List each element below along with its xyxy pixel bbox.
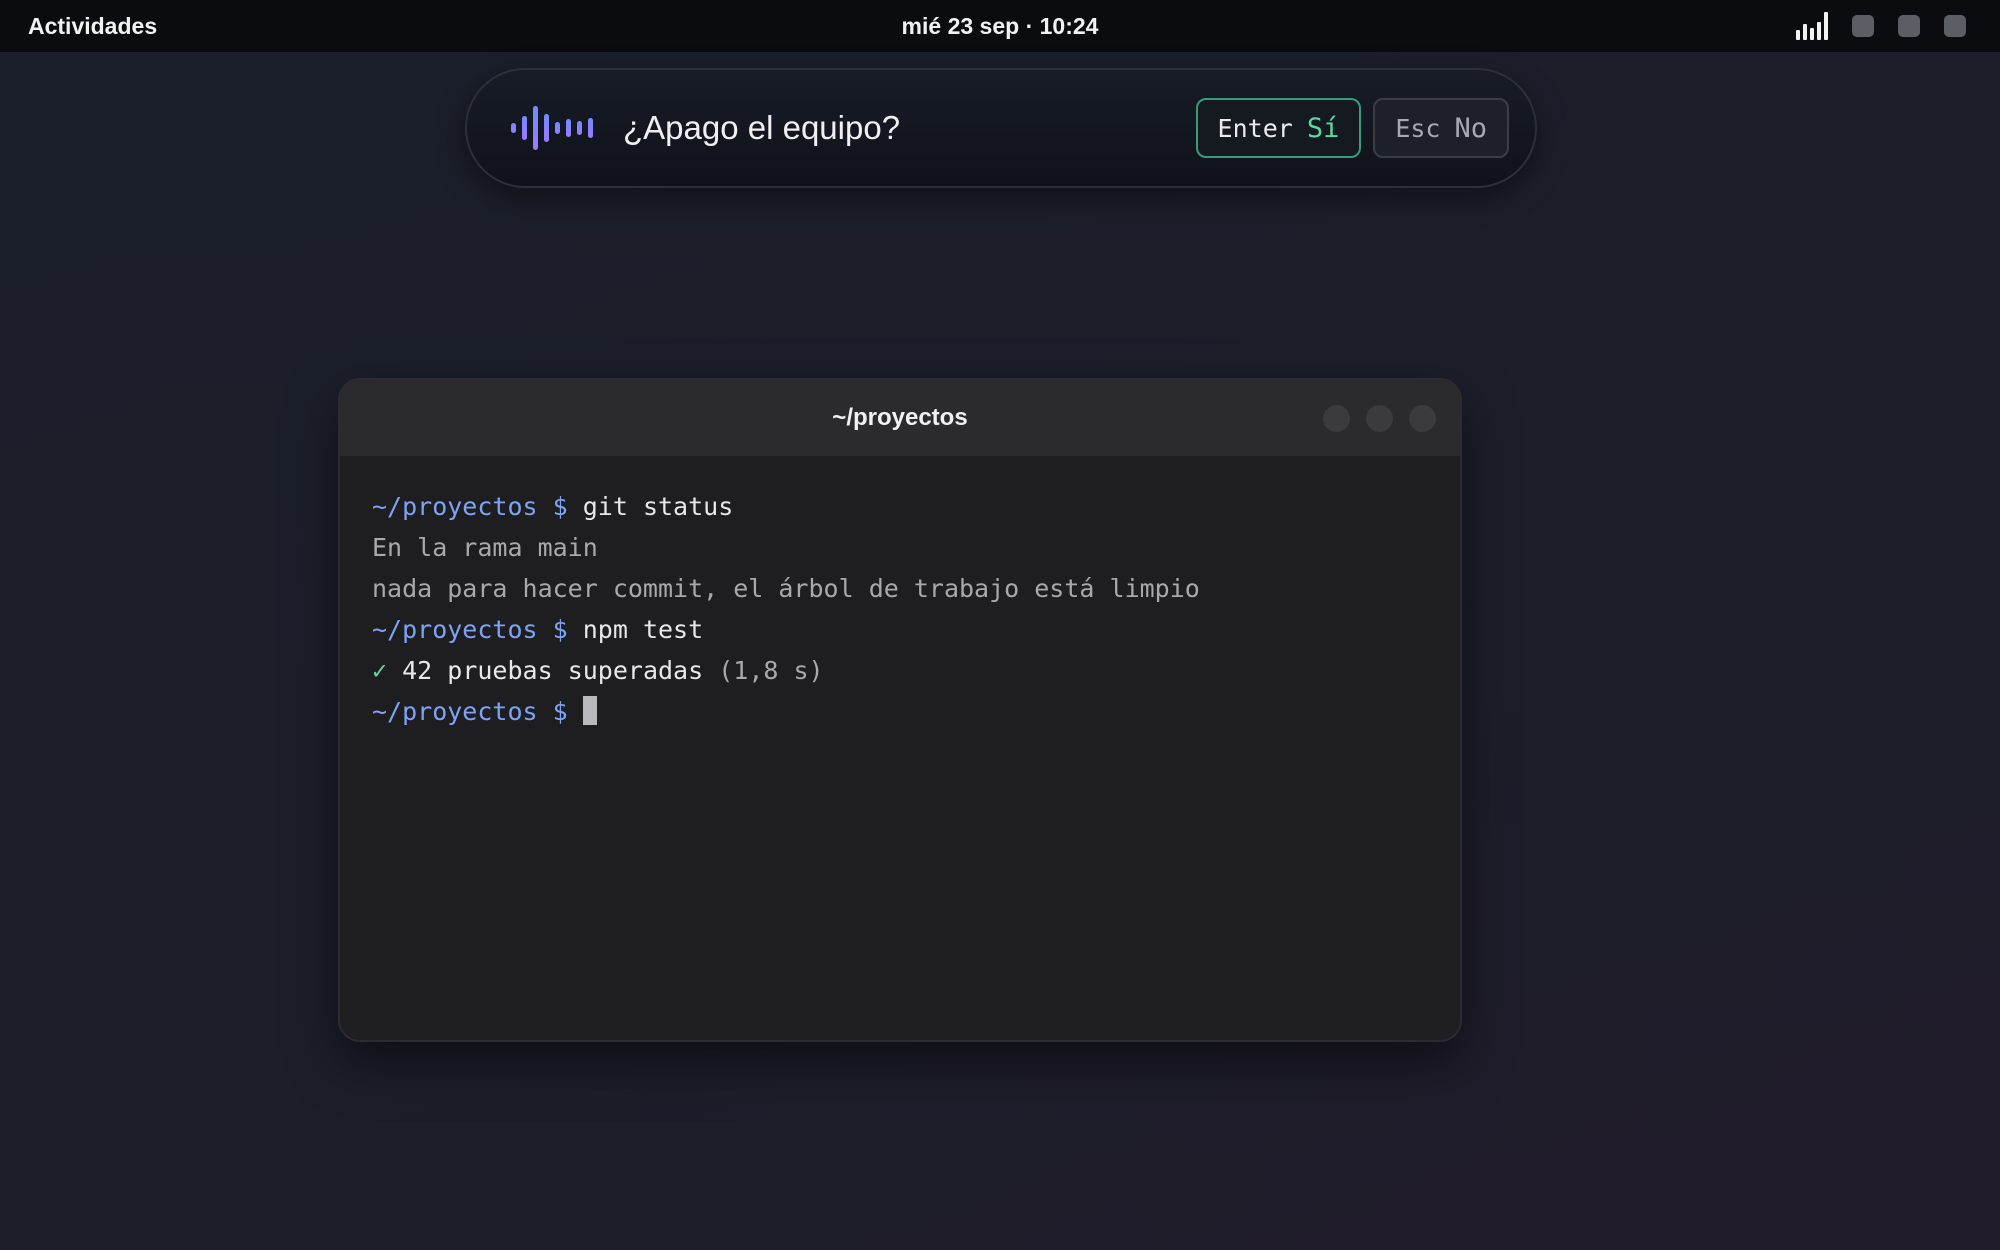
command-text: npm test [582, 615, 704, 644]
cancel-label: No [1454, 112, 1487, 144]
command-text: git status [582, 492, 734, 521]
prompt-question: ¿Apago el equipo? [623, 109, 901, 146]
terminal-line: ~/proyectos $ git status [372, 486, 1428, 527]
tray-square-icon[interactable] [1944, 15, 1966, 37]
confirm-key: Enter [1217, 113, 1293, 143]
minimize-button[interactable] [1323, 404, 1350, 432]
cancel-button[interactable]: Esc No [1373, 98, 1509, 158]
shell-prompt: ~/proyectos $ [372, 697, 568, 726]
signal-icon[interactable] [1796, 12, 1828, 40]
terminal-window: ~/proyectos ~/proyectos $ git status En … [338, 378, 1462, 1042]
waveform-icon [511, 103, 593, 153]
terminal-line: ✓ 42 pruebas superadas (1,8 s) [372, 650, 1428, 691]
close-button[interactable] [1409, 404, 1436, 432]
maximize-button[interactable] [1366, 404, 1393, 432]
confirm-label: Sí [1306, 112, 1340, 144]
shell-prompt: ~/proyectos $ [372, 615, 568, 644]
test-result: 42 pruebas superadas [402, 656, 704, 685]
tray-square-icon[interactable] [1852, 15, 1874, 37]
voice-prompt: ¿Apago el equipo? Enter Sí Esc No [465, 68, 1537, 188]
window-title: ~/proyectos [832, 404, 968, 431]
terminal-line: ~/proyectos $ [372, 691, 1428, 732]
confirm-button[interactable]: Enter Sí [1195, 98, 1362, 158]
clock[interactable]: mié 23 sep · 10:24 [902, 13, 1099, 39]
activities-button[interactable]: Actividades [28, 13, 157, 40]
test-duration: (1,8 s) [718, 656, 824, 685]
check-icon: ✓ [372, 656, 388, 685]
window-controls [1323, 380, 1436, 456]
system-tray [1796, 12, 1966, 40]
terminal-line: ~/proyectos $ npm test [372, 609, 1428, 650]
text-cursor[interactable] [582, 696, 597, 725]
terminal-output[interactable]: ~/proyectos $ git status En la rama main… [340, 456, 1460, 762]
shell-prompt: ~/proyectos $ [372, 492, 568, 521]
cancel-key: Esc [1395, 113, 1441, 143]
terminal-titlebar[interactable]: ~/proyectos [340, 380, 1460, 456]
terminal-line: En la rama main [372, 533, 598, 562]
tray-square-icon[interactable] [1898, 15, 1920, 37]
terminal-line: nada para hacer commit, el árbol de trab… [372, 574, 1200, 603]
